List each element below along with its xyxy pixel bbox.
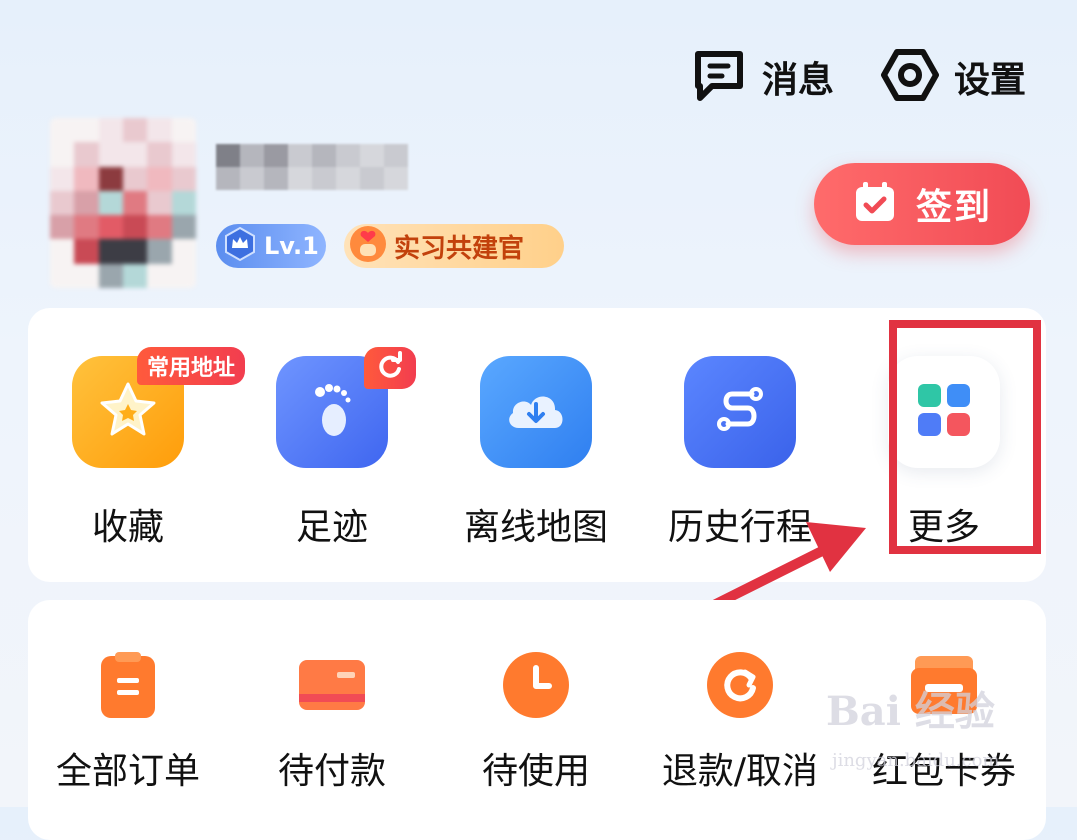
wallet-icon xyxy=(909,650,979,720)
card-icon xyxy=(297,650,367,720)
order-all-label: 全部订单 xyxy=(55,751,200,792)
order-pending-payment-label: 待付款 xyxy=(277,751,386,792)
order-all[interactable]: 全部订单 xyxy=(28,650,228,794)
order-to-use-label: 待使用 xyxy=(481,751,590,792)
clock-icon xyxy=(501,650,571,720)
order-refund-label: 退款/取消 xyxy=(661,751,819,792)
order-refund[interactable]: 退款/取消 xyxy=(640,650,840,794)
order-to-use[interactable]: 待使用 xyxy=(436,650,636,794)
order-coupons-label: 红包卡券 xyxy=(871,751,1016,792)
order-coupons[interactable]: 红包卡券 xyxy=(844,650,1044,794)
clipboard-icon xyxy=(93,650,163,720)
order-pending-payment[interactable]: 待付款 xyxy=(232,650,432,794)
refresh-icon xyxy=(705,650,775,720)
